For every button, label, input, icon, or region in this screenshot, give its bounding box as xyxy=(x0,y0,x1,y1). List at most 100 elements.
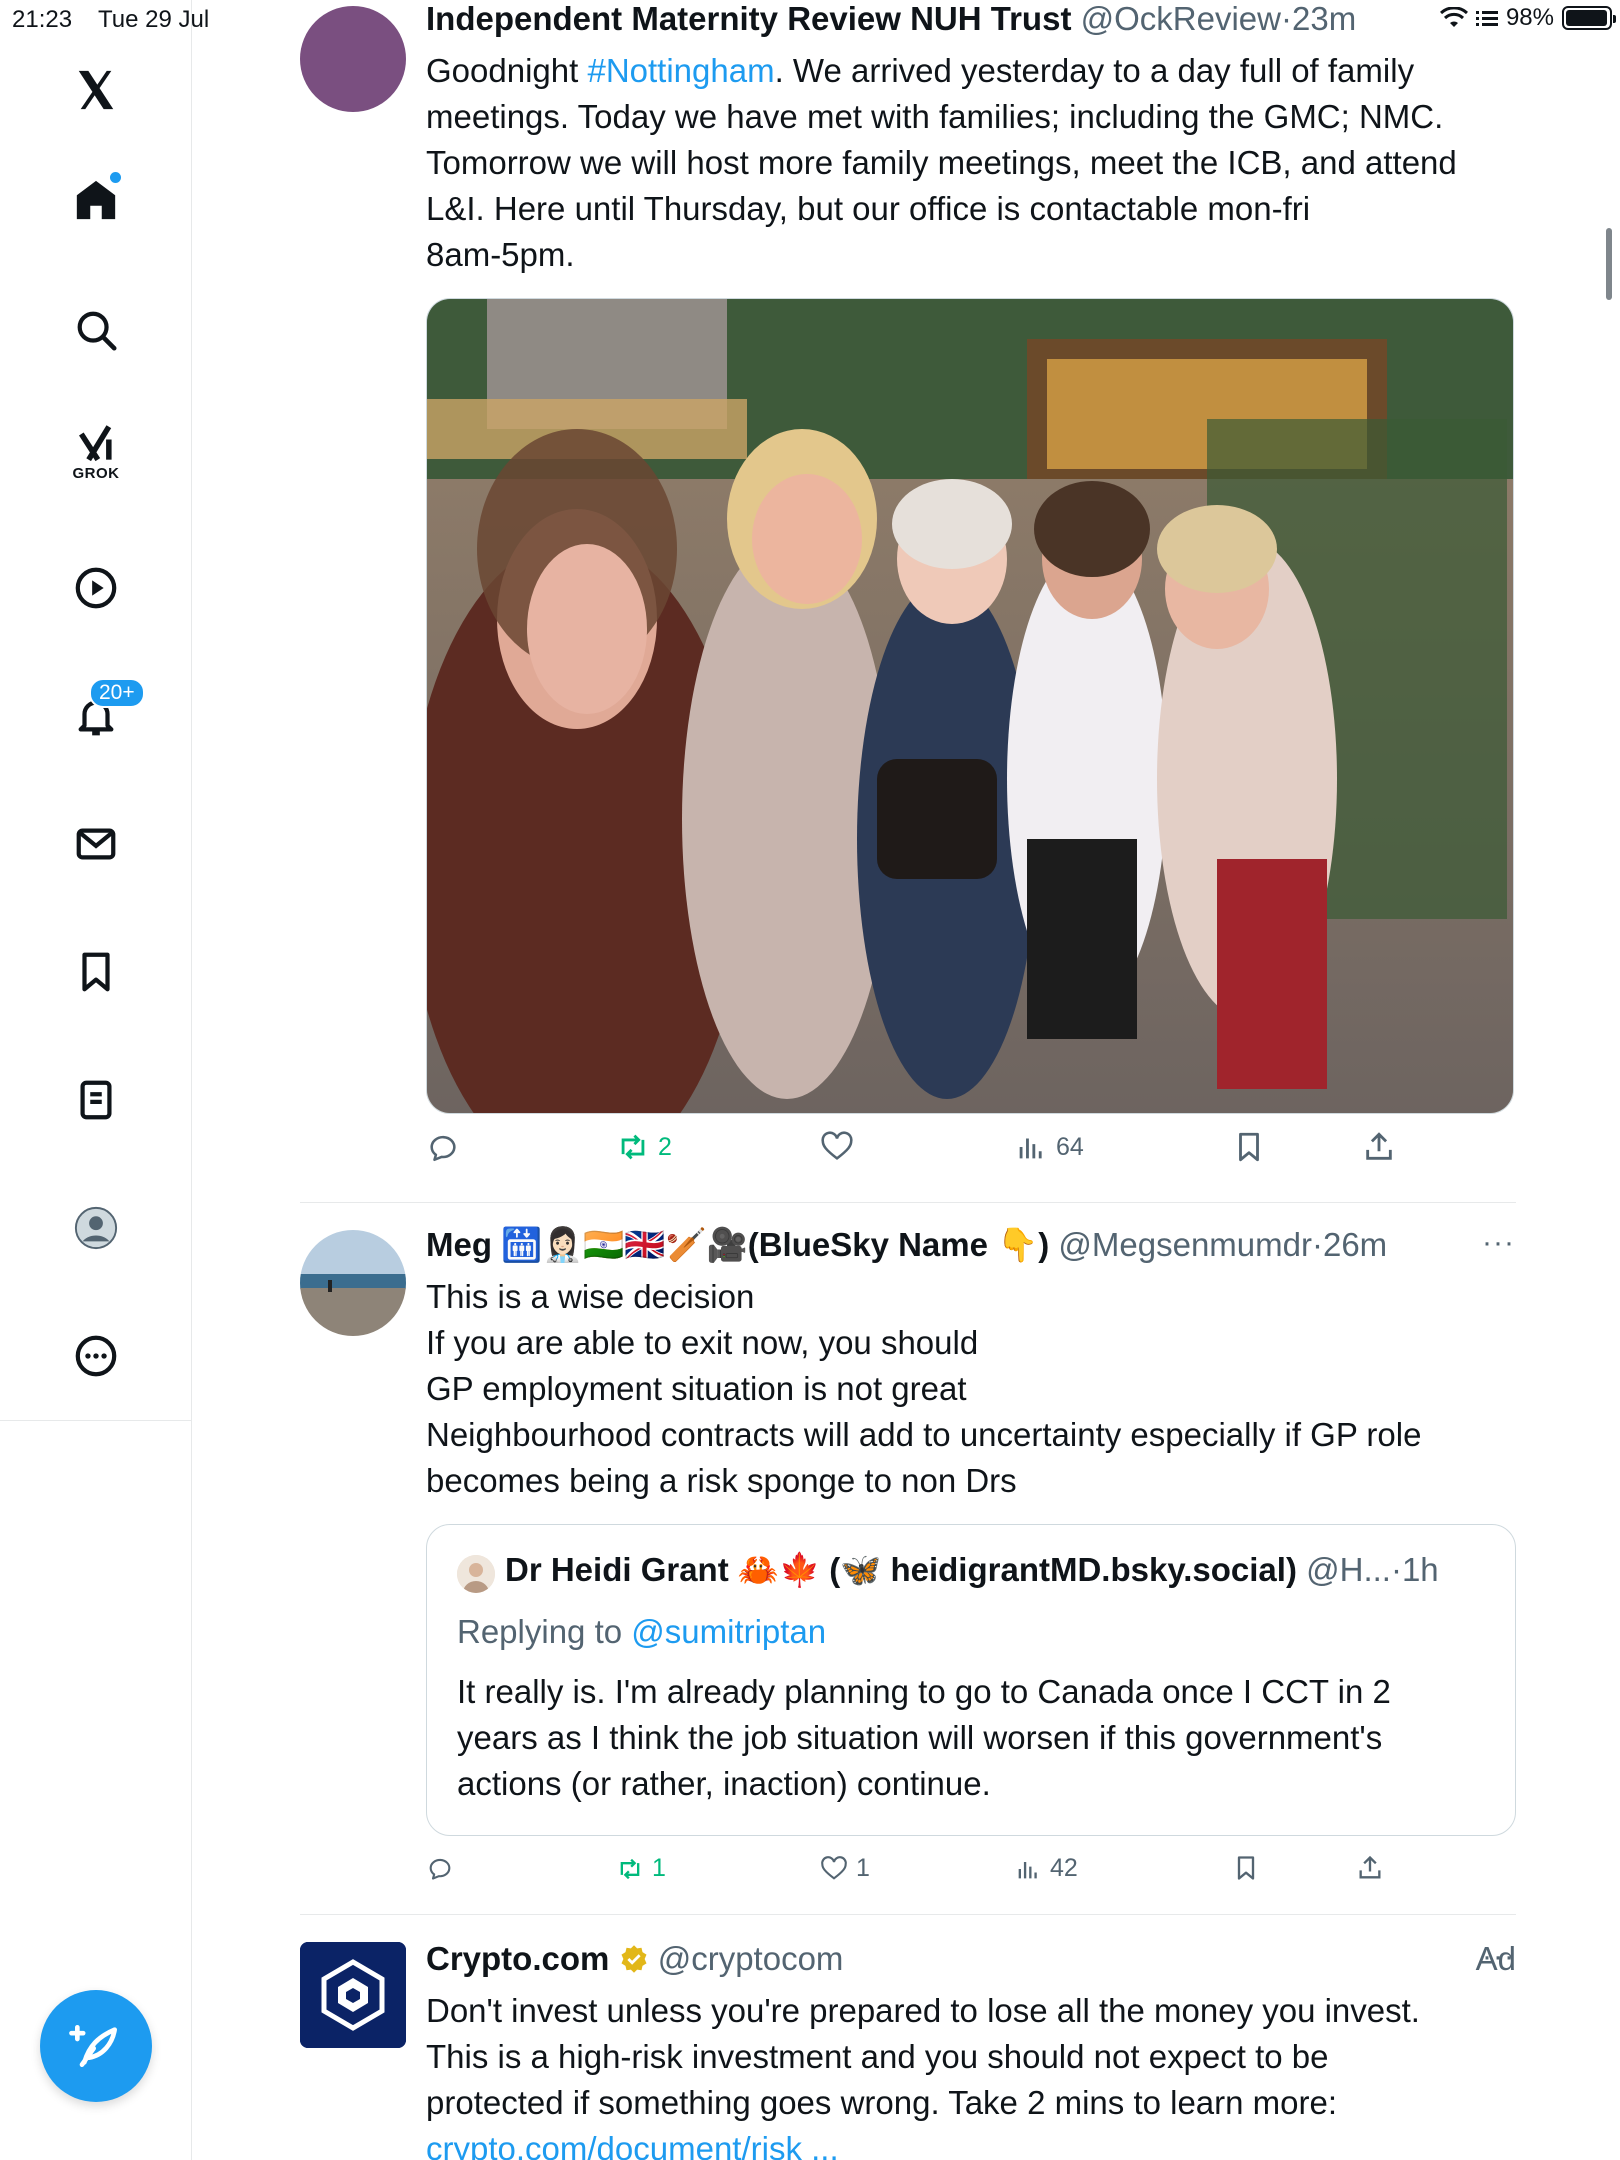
nav-videos[interactable] xyxy=(51,548,141,628)
tweet-time[interactable]: 26m xyxy=(1323,1226,1387,1263)
nav-lists[interactable] xyxy=(51,1060,141,1140)
tweet-text-line: Tomorrow we will host more family meetin… xyxy=(426,144,1457,181)
views-button[interactable]: 42 xyxy=(1014,1854,1078,1883)
share-icon xyxy=(1366,1132,1392,1160)
retweet-button[interactable]: 2 xyxy=(616,1130,672,1164)
x-logo[interactable] xyxy=(51,50,141,130)
heart-icon xyxy=(821,1855,847,1880)
like-count: 1 xyxy=(856,1854,870,1882)
tweet-author-name[interactable]: Crypto.com xyxy=(426,1940,609,1977)
tweet-actions: 1 1 42 xyxy=(426,1854,1516,1904)
nav-more[interactable] xyxy=(51,1316,141,1396)
tweet-header: Independent Maternity Review NUH Trust @… xyxy=(426,0,1356,38)
bookmark-icon xyxy=(1239,1132,1259,1162)
quoted-header: Dr Heidi Grant 🦀🍁 (🦋 heidigrantMD.bsky.s… xyxy=(505,1551,1439,1590)
tweet-author-name[interactable]: Independent Maternity Review NUH Trust xyxy=(426,0,1071,37)
tweet-text-segment: Goodnight xyxy=(426,52,588,89)
tweet-header: Crypto.com @cryptocom xyxy=(426,1940,843,1978)
timeline[interactable]: Independent Maternity Review NUH Trust @… xyxy=(192,0,1620,2160)
quoted-separator: · xyxy=(1390,1551,1402,1588)
tweet-author-handle[interactable]: @Megsenmumdr xyxy=(1058,1226,1312,1263)
tweet-text: Don't invest unless you're prepared to l… xyxy=(426,1988,1516,2160)
nav-profile[interactable] xyxy=(51,1188,141,1268)
replying-to: Replying to @sumitriptan xyxy=(457,1613,826,1651)
nav-home[interactable] xyxy=(51,160,141,240)
tweet-more-button[interactable]: ··· xyxy=(1482,1226,1515,1260)
verified-gold-badge-icon xyxy=(621,1945,647,1973)
nav-grok[interactable]: GROK xyxy=(51,412,141,492)
beach-avatar-image xyxy=(300,1230,406,1336)
tweet-text-line: Don't invest unless you're prepared to l… xyxy=(426,1992,1420,2029)
quoted-tweet[interactable]: Dr Heidi Grant 🦀🍁 (🦋 heidigrantMD.bsky.s… xyxy=(426,1524,1516,1836)
scrollbar[interactable] xyxy=(1606,228,1612,300)
bookmark-button[interactable] xyxy=(1232,1854,1260,1882)
tweet-time[interactable]: 23m xyxy=(1292,0,1356,37)
heart-icon xyxy=(821,1131,853,1160)
reply-icon xyxy=(430,1135,456,1162)
bookmark-icon xyxy=(1237,1856,1255,1880)
crypto-com-logo-icon xyxy=(300,1942,406,2048)
tweet-text-line: protected if something goes wrong. Take … xyxy=(426,2084,1338,2121)
nav-explore[interactable] xyxy=(51,290,141,370)
nav-bookmarks[interactable] xyxy=(51,932,141,1012)
quoted-time: 1h xyxy=(1401,1551,1439,1588)
quoted-avatar[interactable] xyxy=(457,1555,495,1593)
search-icon xyxy=(77,311,117,351)
replying-to-label: Replying to xyxy=(457,1613,632,1650)
nav-notifications[interactable]: 20+ xyxy=(51,676,145,756)
tweet-text: Goodnight #Nottingham. We arrived yester… xyxy=(426,48,1516,278)
tweet-author-handle[interactable]: @OckReview xyxy=(1081,0,1281,37)
avatar[interactable] xyxy=(300,1942,406,2048)
retweet-count: 2 xyxy=(658,1132,672,1161)
grok-icon xyxy=(79,424,112,461)
quoted-avatar-image xyxy=(457,1555,495,1593)
tweet-text-segment: . We arrived yesterday to a day full of … xyxy=(774,52,1415,89)
reply-button[interactable] xyxy=(426,1130,468,1164)
quoted-text: It really is. I'm already planning to go… xyxy=(457,1669,1477,1807)
share-button[interactable] xyxy=(1362,1130,1396,1164)
tweet-text-line: becomes being a risk sponge to non Drs xyxy=(426,1462,1017,1499)
bookmark-button[interactable] xyxy=(1232,1130,1266,1164)
avatar[interactable] xyxy=(300,6,406,112)
retweet-count: 1 xyxy=(652,1854,666,1882)
views-chart-icon xyxy=(1019,1138,1042,1159)
tweet-photo[interactable] xyxy=(426,298,1514,1114)
tweet-author-handle[interactable]: @cryptocom xyxy=(658,1940,844,1977)
notifications-badge: 20+ xyxy=(89,678,145,708)
home-unread-dot xyxy=(110,172,121,183)
tweet-author-name[interactable]: Meg 🛗👩🏻‍⚕️🇮🇳🇬🇧🏏🎥(BlueSky Name 👇) xyxy=(426,1226,1049,1263)
hashtag-link[interactable]: #Nottingham xyxy=(587,52,774,89)
sidebar: GROK 20+ xyxy=(0,0,192,2160)
avatar[interactable] xyxy=(300,1230,406,1336)
nav-messages[interactable] xyxy=(51,804,141,884)
tweet-text-line: L&I. Here until Thursday, but our office… xyxy=(426,190,1311,227)
share-button[interactable] xyxy=(1356,1854,1384,1882)
tweet-header: Meg 🛗👩🏻‍⚕️🇮🇳🇬🇧🏏🎥(BlueSky Name 👇) @Megsen… xyxy=(426,1226,1387,1265)
home-icon xyxy=(76,180,116,220)
tweet-text-line: This is a high-risk investment and you s… xyxy=(426,2038,1329,2075)
tweet-text-line: GP employment situation is not great xyxy=(426,1370,967,1407)
compose-post-button[interactable] xyxy=(40,1990,152,2102)
tweet-text-line: If you are able to exit now, you should xyxy=(426,1324,979,1361)
views-button[interactable]: 64 xyxy=(1014,1130,1084,1164)
like-button[interactable]: 1 xyxy=(820,1854,870,1883)
play-icon xyxy=(75,567,117,609)
like-button[interactable] xyxy=(820,1130,862,1164)
tweet-text-line: Goodnight #Nottingham. We arrived yester… xyxy=(426,48,1516,94)
replying-to-handle[interactable]: @sumitriptan xyxy=(631,1613,826,1650)
quoted-author-name[interactable]: Dr Heidi Grant 🦀🍁 (🦋 heidigrantMD.bsky.s… xyxy=(505,1551,1297,1588)
quoted-author-handle[interactable]: @H... xyxy=(1306,1551,1391,1588)
view-count: 64 xyxy=(1056,1132,1084,1161)
tweet-more-button[interactable]: ··· xyxy=(1482,1940,1515,1974)
ad-link[interactable]: crypto.com/document/risk ... xyxy=(426,2126,1516,2160)
sidebar-divider xyxy=(0,1420,192,1421)
reply-icon xyxy=(429,1858,451,1880)
tweet-separator: · xyxy=(1280,0,1292,37)
retweet-button[interactable]: 1 xyxy=(616,1854,666,1883)
tweet-separator: · xyxy=(1311,1226,1323,1263)
mail-icon xyxy=(76,828,116,860)
tweet-text-line: 8am-5pm. xyxy=(426,236,575,273)
tweet-text-line: Neighbourhood contracts will add to unce… xyxy=(426,1416,1422,1453)
tweet-text: This is a wise decision If you are able … xyxy=(426,1274,1516,1504)
reply-button[interactable] xyxy=(426,1854,462,1882)
